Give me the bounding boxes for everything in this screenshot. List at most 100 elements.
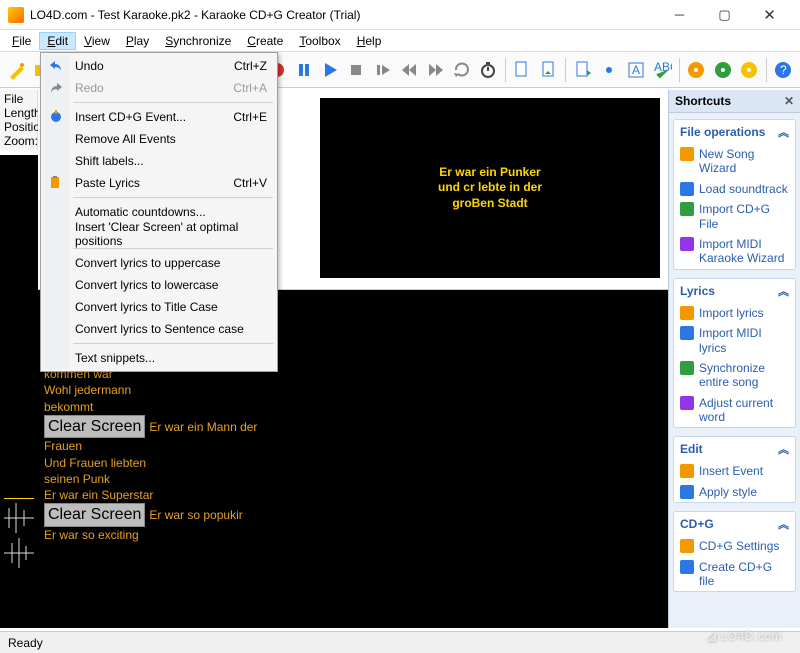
window-title: LO4D.com - Test Karaoke.pk2 - Karaoke CD… [30,8,657,22]
app-icon [8,7,24,23]
lyrics-text: Und Frauen liebten [44,456,146,470]
lyrics-line[interactable]: Er war so exciting [44,527,662,543]
shortcut-icon [680,202,694,216]
disc2-button[interactable] [710,56,735,84]
menu-insert-event[interactable]: Insert CD+G Event...Ctrl+E [43,106,275,128]
timer-button[interactable] [476,56,501,84]
menu-shift-labels[interactable]: Shift labels... [43,150,275,172]
shortcuts-item[interactable]: Import lyrics [674,303,795,323]
shortcuts-group-title[interactable]: Lyrics︽ [674,279,795,303]
shortcuts-group-title[interactable]: CD+G︽ [674,512,795,536]
menu-sentencecase[interactable]: Convert lyrics to Sentence case [43,318,275,340]
shortcuts-item[interactable]: Adjust current word [674,393,795,428]
menu-titlecase[interactable]: Convert lyrics to Title Case [43,296,275,318]
minimize-button[interactable]: ─ [657,0,702,30]
forward-button[interactable] [423,56,448,84]
shortcut-icon [680,306,694,320]
shortcuts-item[interactable]: Create CD+G file [674,557,795,592]
doc2-button[interactable] [536,56,561,84]
shortcuts-item[interactable]: Load soundtrack [674,179,795,199]
clear-screen-tag[interactable]: Clear Screen [44,503,145,527]
style-button[interactable]: A [623,56,648,84]
shortcuts-item[interactable]: CD+G Settings [674,536,795,556]
waveform-gutter [0,155,38,628]
loop-button[interactable] [449,56,474,84]
spellcheck-button[interactable]: ABC [649,56,674,84]
settings-button[interactable] [597,56,622,84]
lyrics-line[interactable]: Clear ScreenEr war so popukir [44,503,662,527]
menu-play[interactable]: Play [118,32,157,50]
maximize-button[interactable]: ▢ [702,0,747,30]
step-button[interactable] [370,56,395,84]
export-button[interactable] [570,56,595,84]
lyrics-text: Frauen [44,439,82,453]
close-button[interactable]: ✕ [747,0,792,30]
menu-help[interactable]: Help [349,32,390,50]
shortcuts-item[interactable]: Synchronize entire song [674,358,795,393]
shortcut-label: Synchronize entire song [699,361,789,390]
chevron-up-icon: ︽ [778,283,789,299]
shortcuts-header: Shortcuts ✕ [669,90,800,113]
lyrics-line[interactable]: seinen Punk [44,471,662,487]
preview-line-1: Er war ein Punker [438,165,542,181]
help-button[interactable]: ? [771,56,796,84]
lyrics-line[interactable]: Und Frauen liebten [44,455,662,471]
lyrics-line[interactable]: Er war ein Superstar [44,487,662,503]
menu-undo[interactable]: UndoCtrl+Z [43,55,275,77]
shortcut-label: Apply style [699,485,757,499]
preview-screen: Er war ein Punker und cr lebte in der gr… [320,98,660,278]
shortcut-label: Load soundtrack [699,182,788,196]
shortcuts-group-title[interactable]: Edit︽ [674,437,795,461]
lyrics-line[interactable]: Wohl jedermann [44,382,662,398]
shortcut-icon [680,485,694,499]
shortcuts-group-title[interactable]: File operations︽ [674,120,795,144]
shortcuts-group: File operations︽New Song Wizard Load soun… [673,119,796,270]
shortcuts-body: File operations︽New Song Wizard Load soun… [669,113,800,628]
stop-button[interactable] [344,56,369,84]
menu-paste-lyrics[interactable]: Paste LyricsCtrl+V [43,172,275,194]
info-file: File [4,92,33,106]
shortcut-label: Import lyrics [699,306,764,320]
lyrics-line[interactable]: bekommt [44,399,662,415]
menu-snippets[interactable]: Text snippets... [43,347,275,369]
menu-remove-events[interactable]: Remove All Events [43,128,275,150]
menu-synchronize[interactable]: Synchronize [157,32,239,50]
shortcuts-item[interactable]: Apply style [674,482,795,502]
disc3-button[interactable] [736,56,761,84]
preview-line-2: und cr lebte in der [438,180,542,196]
menu-view[interactable]: View [76,32,118,50]
lyrics-text: bekommt [44,400,93,414]
shortcuts-item[interactable]: New Song Wizard [674,144,795,179]
titlebar: LO4D.com - Test Karaoke.pk2 - Karaoke CD… [0,0,800,30]
rewind-button[interactable] [396,56,421,84]
wizard-button[interactable] [4,56,29,84]
menu-redo[interactable]: RedoCtrl+A [43,77,275,99]
clear-screen-tag[interactable]: Clear Screen [44,415,145,439]
menu-lowercase[interactable]: Convert lyrics to lowercase [43,274,275,296]
chevron-up-icon: ︽ [778,441,789,457]
shortcuts-item[interactable]: Import MIDI Karaoke Wizard [674,234,795,269]
menu-uppercase[interactable]: Convert lyrics to uppercase [43,252,275,274]
doc1-button[interactable] [510,56,535,84]
play-button[interactable] [317,56,342,84]
menu-create[interactable]: Create [239,32,291,50]
shortcuts-item[interactable]: Import MIDI lyrics [674,323,795,358]
shortcut-label: Import CD+G File [699,202,789,231]
disc1-button[interactable] [684,56,709,84]
menu-toolbox[interactable]: Toolbox [291,32,348,50]
edit-menu-dropdown: UndoCtrl+Z RedoCtrl+A Insert CD+G Event.… [40,52,278,372]
info-panel: File Length: Position Zoom: [0,90,38,150]
lyrics-line[interactable]: Clear Screen Er war ein Mann der [44,415,662,439]
lyrics-text: Er war ein Mann der [149,420,257,434]
lyrics-line[interactable]: Frauen [44,438,662,454]
svg-text:A: A [632,63,640,77]
menu-edit[interactable]: Edit [39,32,76,50]
shortcuts-item[interactable]: Insert Event [674,461,795,481]
shortcuts-close-icon[interactable]: ✕ [784,94,794,108]
shortcuts-item[interactable]: Import CD+G File [674,199,795,234]
pause-button[interactable] [291,56,316,84]
statusbar: Ready [0,631,800,653]
shortcut-label: Import MIDI lyrics [699,326,789,355]
menu-file[interactable]: File [4,32,39,50]
menu-insert-clear[interactable]: Insert 'Clear Screen' at optimal positio… [43,223,275,245]
